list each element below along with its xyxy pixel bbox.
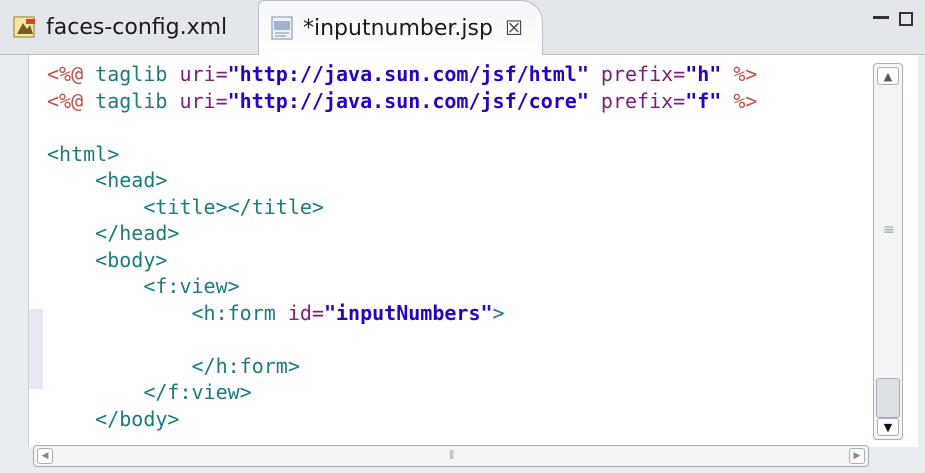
code-line[interactable]: </h:form> <box>47 353 757 380</box>
scrollbar-grip-icon: ⦀ <box>449 448 455 462</box>
scroll-up-button[interactable]: ▲ <box>877 67 899 85</box>
horizontal-scrollbar[interactable]: ◀ ⦀ ▶ <box>33 445 869 467</box>
code-token: "http://java.sun.com/jsf/core" <box>227 88 589 113</box>
jsp-file-icon <box>271 16 293 40</box>
window-controls <box>873 12 913 26</box>
code-token: "f" <box>685 88 722 113</box>
scrollbar-grip-icon: ≡ <box>883 222 895 238</box>
code-token: <%@ <box>47 88 84 113</box>
close-tab-icon[interactable]: ☒ <box>505 16 523 40</box>
editor-tab-bar: faces-config.xml *inputnumber.jsp ☒ <box>0 0 925 55</box>
xml-file-icon <box>13 16 35 38</box>
editor-window: faces-config.xml *inputnumber.jsp ☒ <%@ … <box>0 0 925 473</box>
code-token: id= <box>287 300 324 325</box>
code-token: <body> <box>47 247 168 272</box>
code-token: > <box>492 300 505 325</box>
code-token: <f:view> <box>47 274 240 298</box>
code-line[interactable]: <%@ taglib uri="http://java.sun.com/jsf/… <box>47 61 757 88</box>
code-line[interactable]: <f:view> <box>47 273 757 300</box>
code-line[interactable] <box>47 114 757 141</box>
code-editor[interactable]: <%@ taglib uri="http://java.sun.com/jsf/… <box>28 55 918 447</box>
code-token: </f:view> <box>47 380 252 404</box>
code-line[interactable]: </body> <box>47 406 757 433</box>
code-token: prefix= <box>600 88 686 113</box>
code-token: </h:form> <box>47 353 300 378</box>
tab-faces-config[interactable]: faces-config.xml <box>8 0 258 54</box>
scroll-right-button[interactable]: ▶ <box>849 448 865 464</box>
code-line[interactable]: </f:view> <box>47 379 757 406</box>
code-line[interactable]: <body> <box>47 247 757 274</box>
code-token: taglib <box>83 88 180 113</box>
vertical-scrollbar[interactable]: ▲ ≡ ▼ <box>873 63 903 440</box>
minimize-icon[interactable] <box>873 16 889 25</box>
tab-label: *inputnumber.jsp <box>303 15 493 41</box>
maximize-icon[interactable] <box>899 12 913 26</box>
code-token: %> <box>721 62 758 86</box>
change-marker <box>29 309 43 389</box>
scroll-down-button[interactable]: ▼ <box>877 418 899 436</box>
tab-inputnumber-jsp[interactable]: *inputnumber.jsp ☒ <box>258 0 543 55</box>
scrollbar-thumb[interactable] <box>876 378 900 418</box>
scroll-left-button[interactable]: ◀ <box>37 448 53 464</box>
code-token: <title></title> <box>47 194 324 219</box>
code-token: taglib <box>83 62 180 86</box>
code-token: prefix= <box>600 62 686 86</box>
code-token: %> <box>721 88 758 113</box>
code-token: <head> <box>47 168 168 192</box>
code-token: <%@ <box>47 62 84 86</box>
code-token: uri= <box>179 62 228 86</box>
code-token: </body> <box>47 406 180 431</box>
code-text[interactable]: <%@ taglib uri="http://java.sun.com/jsf/… <box>47 61 757 432</box>
code-token: <h:form <box>47 300 288 325</box>
code-token: </head> <box>47 221 180 245</box>
code-token: "h" <box>685 62 722 86</box>
change-ruler <box>29 55 43 447</box>
code-line[interactable] <box>47 326 757 353</box>
code-line[interactable]: </head> <box>47 220 757 247</box>
code-line[interactable]: <%@ taglib uri="http://java.sun.com/jsf/… <box>47 88 757 115</box>
code-line[interactable]: <title></title> <box>47 194 757 221</box>
code-line[interactable]: <html> <box>47 141 757 168</box>
code-line[interactable]: <h:form id="inputNumbers"> <box>47 300 757 327</box>
code-token: <html> <box>47 141 120 166</box>
code-token: uri= <box>179 88 228 113</box>
code-line[interactable]: <head> <box>47 167 757 194</box>
tab-label: faces-config.xml <box>46 14 228 40</box>
code-token: "inputNumbers" <box>323 300 493 325</box>
code-token: "http://java.sun.com/jsf/html" <box>227 62 589 86</box>
